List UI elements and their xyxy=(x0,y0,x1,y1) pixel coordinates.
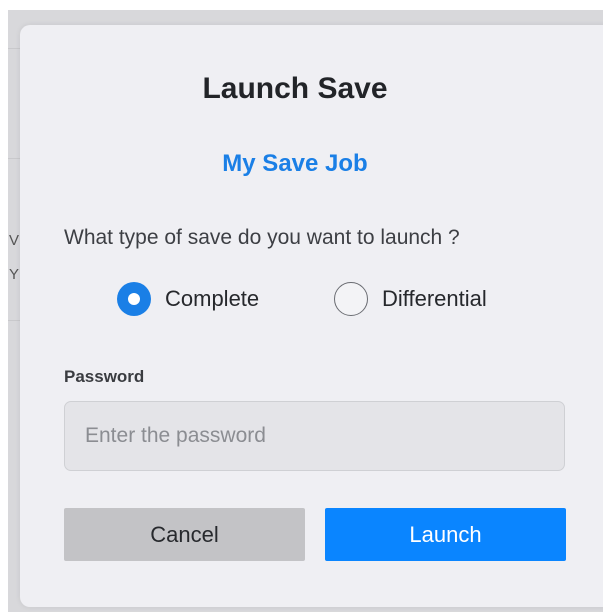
radio-unchecked-icon[interactable] xyxy=(334,282,368,316)
save-type-question: What type of save do you want to launch … xyxy=(64,226,460,249)
cancel-button[interactable]: Cancel xyxy=(64,508,305,561)
password-input[interactable] xyxy=(64,401,565,471)
launch-button[interactable]: Launch xyxy=(325,508,566,561)
radio-label-differential[interactable]: Differential xyxy=(382,286,487,312)
radio-option-complete[interactable]: Complete xyxy=(117,281,259,317)
password-label: Password xyxy=(64,367,145,386)
save-job-name: My Save Job xyxy=(222,150,368,177)
background-text-fragment: Y xyxy=(9,266,20,283)
background-text-fragment: V xyxy=(9,232,20,249)
dialog-title: Launch Save xyxy=(202,72,388,105)
radio-option-differential[interactable]: Differential xyxy=(334,281,487,317)
radio-label-complete[interactable]: Complete xyxy=(165,286,259,312)
radio-checked-icon[interactable] xyxy=(117,282,151,316)
